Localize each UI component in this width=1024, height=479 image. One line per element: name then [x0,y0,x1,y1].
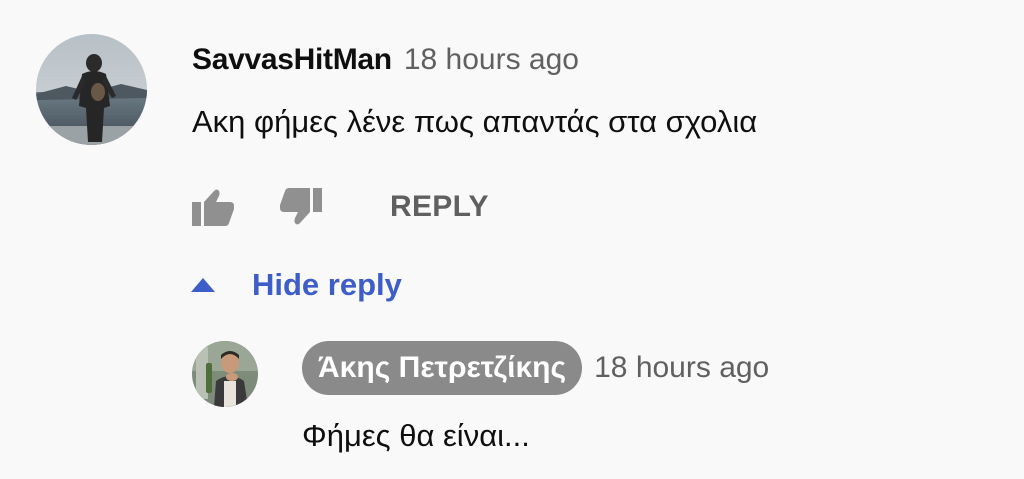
reply-author-badge[interactable]: Άκης Πετρετζίκης [302,341,583,395]
avatar[interactable] [36,34,147,145]
reply-timestamp[interactable]: 18 hours ago [594,351,769,385]
comment-timestamp[interactable]: 18 hours ago [404,43,579,77]
reply-text: Φήμες θα είναι... [302,418,530,453]
reply-header: Άκης Πετρετζίκης 18 hours ago [302,340,769,396]
hide-replies-label: Hide reply [252,267,402,302]
diver-photo-avatar [36,34,147,145]
comment-action-bar: REPLY [192,184,489,230]
thumbs-up-icon[interactable] [192,186,234,228]
creator-photo-avatar [192,341,258,407]
thumbs-down-icon[interactable] [280,186,322,228]
caret-up-icon [190,275,216,295]
comment-header: SavvasHitMan 18 hours ago [192,38,579,82]
reply-button[interactable]: REPLY [390,190,489,224]
reply-avatar[interactable] [192,341,258,407]
comment-author-name[interactable]: SavvasHitMan [192,43,392,77]
comment-thread: SavvasHitMan 18 hours ago Ακη φήμες λένε… [0,0,1024,479]
hide-replies-toggle[interactable]: Hide reply [190,262,402,308]
comment-text: Ακη φήμες λένε πως απαντάς στα σχολια [192,104,758,139]
